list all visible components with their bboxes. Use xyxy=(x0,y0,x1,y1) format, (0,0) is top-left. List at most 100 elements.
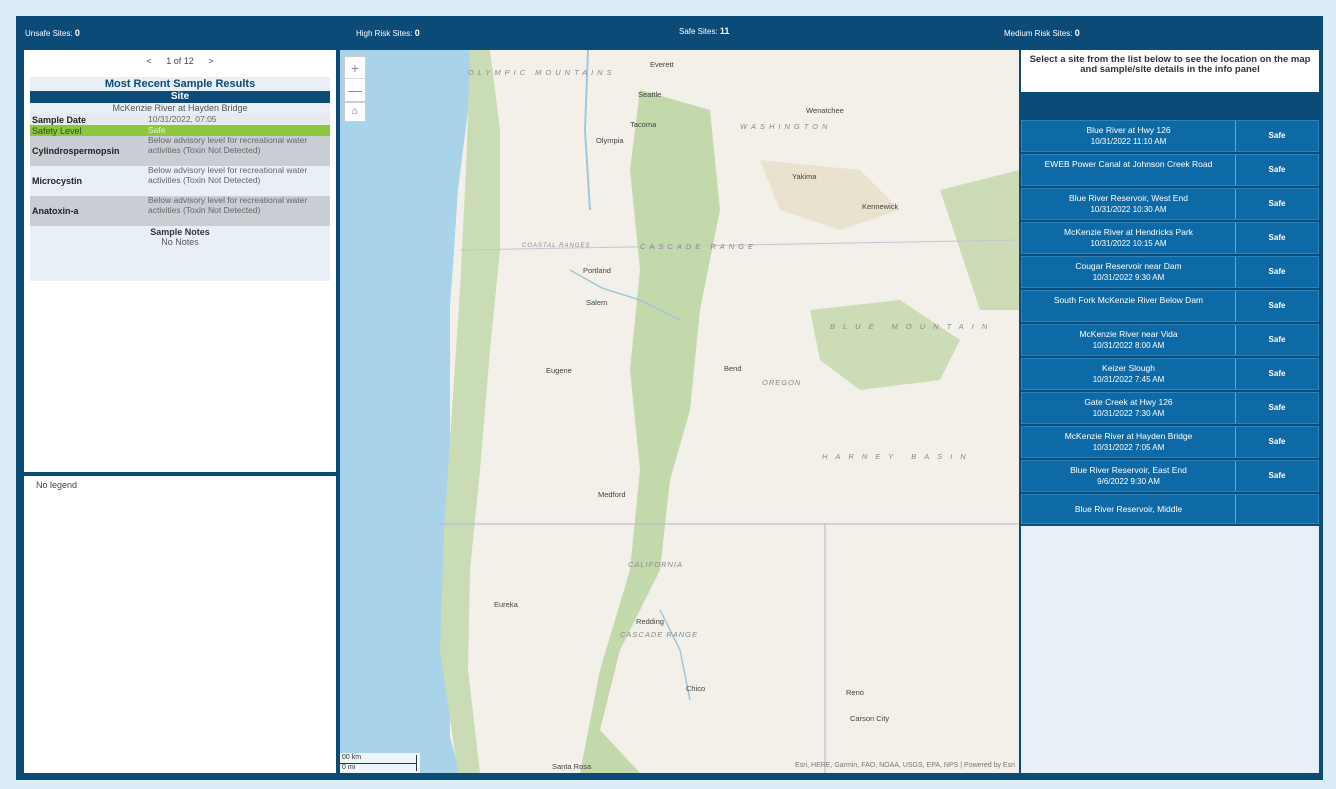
microcystin-row: Microcystin Below advisory level for rec… xyxy=(30,165,330,196)
map-label-harney-basin: HARNEY BASIN xyxy=(822,452,974,461)
home-button[interactable]: ⌂ xyxy=(344,102,366,122)
microcystin-value: Below advisory level for recreational wa… xyxy=(148,165,308,185)
anatoxin-label: Anatoxin-a xyxy=(32,206,79,216)
site-row[interactable]: McKenzie River at Hendricks Park 10/31/20… xyxy=(1021,222,1319,254)
map-label-coastal-ranges: COASTAL RANGES xyxy=(522,243,591,249)
app-frame: Unsafe Sites: 0 High Risk Sites: 0 Safe … xyxy=(16,16,1323,780)
site-row-level: Safe xyxy=(1268,471,1286,480)
map-label-seattle: Seattle xyxy=(638,90,662,99)
site-row-title: EWEB Power Canal at Johnson Creek Road xyxy=(1044,159,1213,169)
cylindrospermopsin-value: Below advisory level for recreational wa… xyxy=(148,135,308,155)
site-row-title: Blue River Reservoir, Middle xyxy=(1074,504,1183,514)
medium-risk-sites-count: 0 xyxy=(1074,28,1080,38)
map-label-portland: Portland xyxy=(583,266,611,275)
next-page-button[interactable]: > xyxy=(208,56,213,66)
site-row-level: Safe xyxy=(1268,131,1286,140)
map-label-cascade-range: CASCADE RANGE xyxy=(640,242,758,251)
sample-date-label: Sample Date xyxy=(32,114,87,125)
site-list-header xyxy=(1021,92,1319,120)
site-row-date: 10/31/2022 9:30 AM xyxy=(1092,273,1165,282)
unsafe-sites-count: 0 xyxy=(74,28,80,38)
map-label-oregon: OREGON xyxy=(762,378,802,387)
site-row-name: Blue River Reservoir, East End 9/6/2022 9… xyxy=(1022,461,1236,491)
map-label-cascade-range-south: CASCADE RANGE xyxy=(620,630,699,639)
site-row-name: Blue River at Hwy 126 10/31/2022 11:10 AM xyxy=(1022,121,1236,151)
site-row-title: South Fork McKenzie River Below Dam xyxy=(1053,295,1204,305)
map-view[interactable]: OLYMPIC MOUNTAINS Everett Seattle Tacoma… xyxy=(340,50,1019,773)
high-risk-sites-count: 0 xyxy=(414,28,420,38)
site-row-date: 10/31/2022 7:30 AM xyxy=(1092,409,1165,418)
site-row[interactable]: South Fork McKenzie River Below Dam Safe xyxy=(1021,290,1319,322)
site-name: McKenzie River at Hayden Bridge xyxy=(112,103,248,113)
site-row-name: Keizer Slough 10/31/2022 7:45 AM xyxy=(1022,359,1236,389)
site-row-level: Safe xyxy=(1268,403,1286,412)
map-label-yakima: Yakima xyxy=(792,172,817,181)
anatoxin-row: Anatoxin-a Below advisory level for recr… xyxy=(30,195,330,226)
site-row-title: Gate Creek at Hwy 126 xyxy=(1084,397,1173,407)
site-row-level: Safe xyxy=(1268,165,1286,174)
sample-notes-title: Sample Notes xyxy=(150,227,210,237)
site-row[interactable]: Cougar Reservoir near Dam 10/31/2022 9:30… xyxy=(1021,256,1319,288)
ocean xyxy=(340,50,450,773)
site-row-name: McKenzie River near Vida 10/31/2022 8:00 … xyxy=(1022,325,1236,355)
map-label-eugene: Eugene xyxy=(546,366,572,375)
microcystin-label: Microcystin xyxy=(32,176,83,186)
cylindrospermopsin-label: Cylindrospermopsin xyxy=(32,146,120,156)
status-bar: Unsafe Sites: 0 High Risk Sites: 0 Safe … xyxy=(16,16,1323,50)
safe-sites-count: 11 xyxy=(719,26,730,36)
cascade-forest xyxy=(580,90,720,773)
site-row-level: Safe xyxy=(1268,335,1286,344)
sample-results-title: Most Recent Sample Results xyxy=(104,78,256,90)
site-row-title: Keizer Slough xyxy=(1102,363,1155,373)
site-row-title: Blue River Reservoir, East End xyxy=(1070,465,1187,475)
site-row-level: Safe xyxy=(1268,369,1286,378)
site-row[interactable]: Blue River at Hwy 126 10/31/2022 11:10 AM… xyxy=(1021,120,1319,152)
scale-bar: 00 km 0 mi xyxy=(340,753,420,773)
site-row[interactable]: Blue River Reservoir, Middle xyxy=(1021,494,1319,524)
prev-page-button[interactable]: < xyxy=(146,56,151,66)
home-icon: ⌂ xyxy=(351,106,359,117)
zoom-out-button[interactable]: — xyxy=(345,79,365,101)
site-row[interactable]: Gate Creek at Hwy 126 10/31/2022 7:30 AM … xyxy=(1021,392,1319,424)
site-row-level: Safe xyxy=(1268,199,1286,208)
map-label-redding: Redding xyxy=(636,617,664,626)
map-label-olympic: OLYMPIC MOUNTAINS xyxy=(468,68,616,77)
map-label-eureka: Eureka xyxy=(494,600,518,609)
safe-sites-stat: Safe Sites: 11 xyxy=(679,26,729,36)
site-row[interactable]: McKenzie River near Vida 10/31/2022 8:00 … xyxy=(1021,324,1319,356)
site-row[interactable]: Blue River Reservoir, West End 10/31/2022… xyxy=(1021,188,1319,220)
site-row-date: 10/31/2022 7:45 AM xyxy=(1092,375,1165,384)
safe-sites-label: Safe Sites: xyxy=(679,27,718,36)
site-row[interactable]: Keizer Slough 10/31/2022 7:45 AM Safe xyxy=(1021,358,1319,390)
map-label-bend: Bend xyxy=(724,364,742,373)
map-label-wenatchee: Wenatchee xyxy=(806,106,844,115)
zoom-control: + — xyxy=(344,56,366,102)
site-row-name: McKenzie River at Hendricks Park 10/31/20… xyxy=(1022,223,1236,253)
site-row-title: McKenzie River at Hayden Bridge xyxy=(1064,431,1193,441)
plain-area xyxy=(760,160,900,230)
site-row[interactable]: McKenzie River at Hayden Bridge 10/31/202… xyxy=(1021,426,1319,458)
site-row-title: Blue River at Hwy 126 xyxy=(1086,125,1171,135)
zoom-in-button[interactable]: + xyxy=(345,57,365,79)
site-row-level: Safe xyxy=(1268,233,1286,242)
site-list-panel: Select a site from the list below to see… xyxy=(1021,50,1319,773)
map-label-washington: WASHINGTON xyxy=(740,122,832,131)
safety-level-label: Safety Level xyxy=(32,125,82,136)
map-label-salem: Salem xyxy=(586,298,608,307)
scale-km: 00 km xyxy=(342,754,362,761)
site-row-name: Blue River Reservoir, Middle xyxy=(1022,495,1236,523)
site-row[interactable]: EWEB Power Canal at Johnson Creek Road S… xyxy=(1021,154,1319,186)
site-row-date: 10/31/2022 10:30 AM xyxy=(1090,205,1167,214)
site-list-instruction: Select a site from the list below to see… xyxy=(1021,50,1319,92)
map-label-everett: Everett xyxy=(650,60,674,69)
map-label-chico: Chico xyxy=(686,684,706,693)
high-risk-sites-stat: High Risk Sites: 0 xyxy=(356,28,420,38)
page-indicator: 1 of 12 xyxy=(166,56,194,66)
site-list: Blue River at Hwy 126 10/31/2022 11:10 AM… xyxy=(1021,120,1319,526)
site-row-name: Cougar Reservoir near Dam 10/31/2022 9:30… xyxy=(1022,257,1236,287)
site-row[interactable]: Blue River Reservoir, East End 9/6/2022 9… xyxy=(1021,460,1319,492)
site-row-level xyxy=(1236,495,1318,523)
map-attribution[interactable]: Esri, HERE, Garmin, FAO, NOAA, USGS, EPA… xyxy=(795,762,1015,769)
site-row-level: Safe xyxy=(1268,437,1286,446)
anatoxin-value: Below advisory level for recreational wa… xyxy=(148,195,308,215)
